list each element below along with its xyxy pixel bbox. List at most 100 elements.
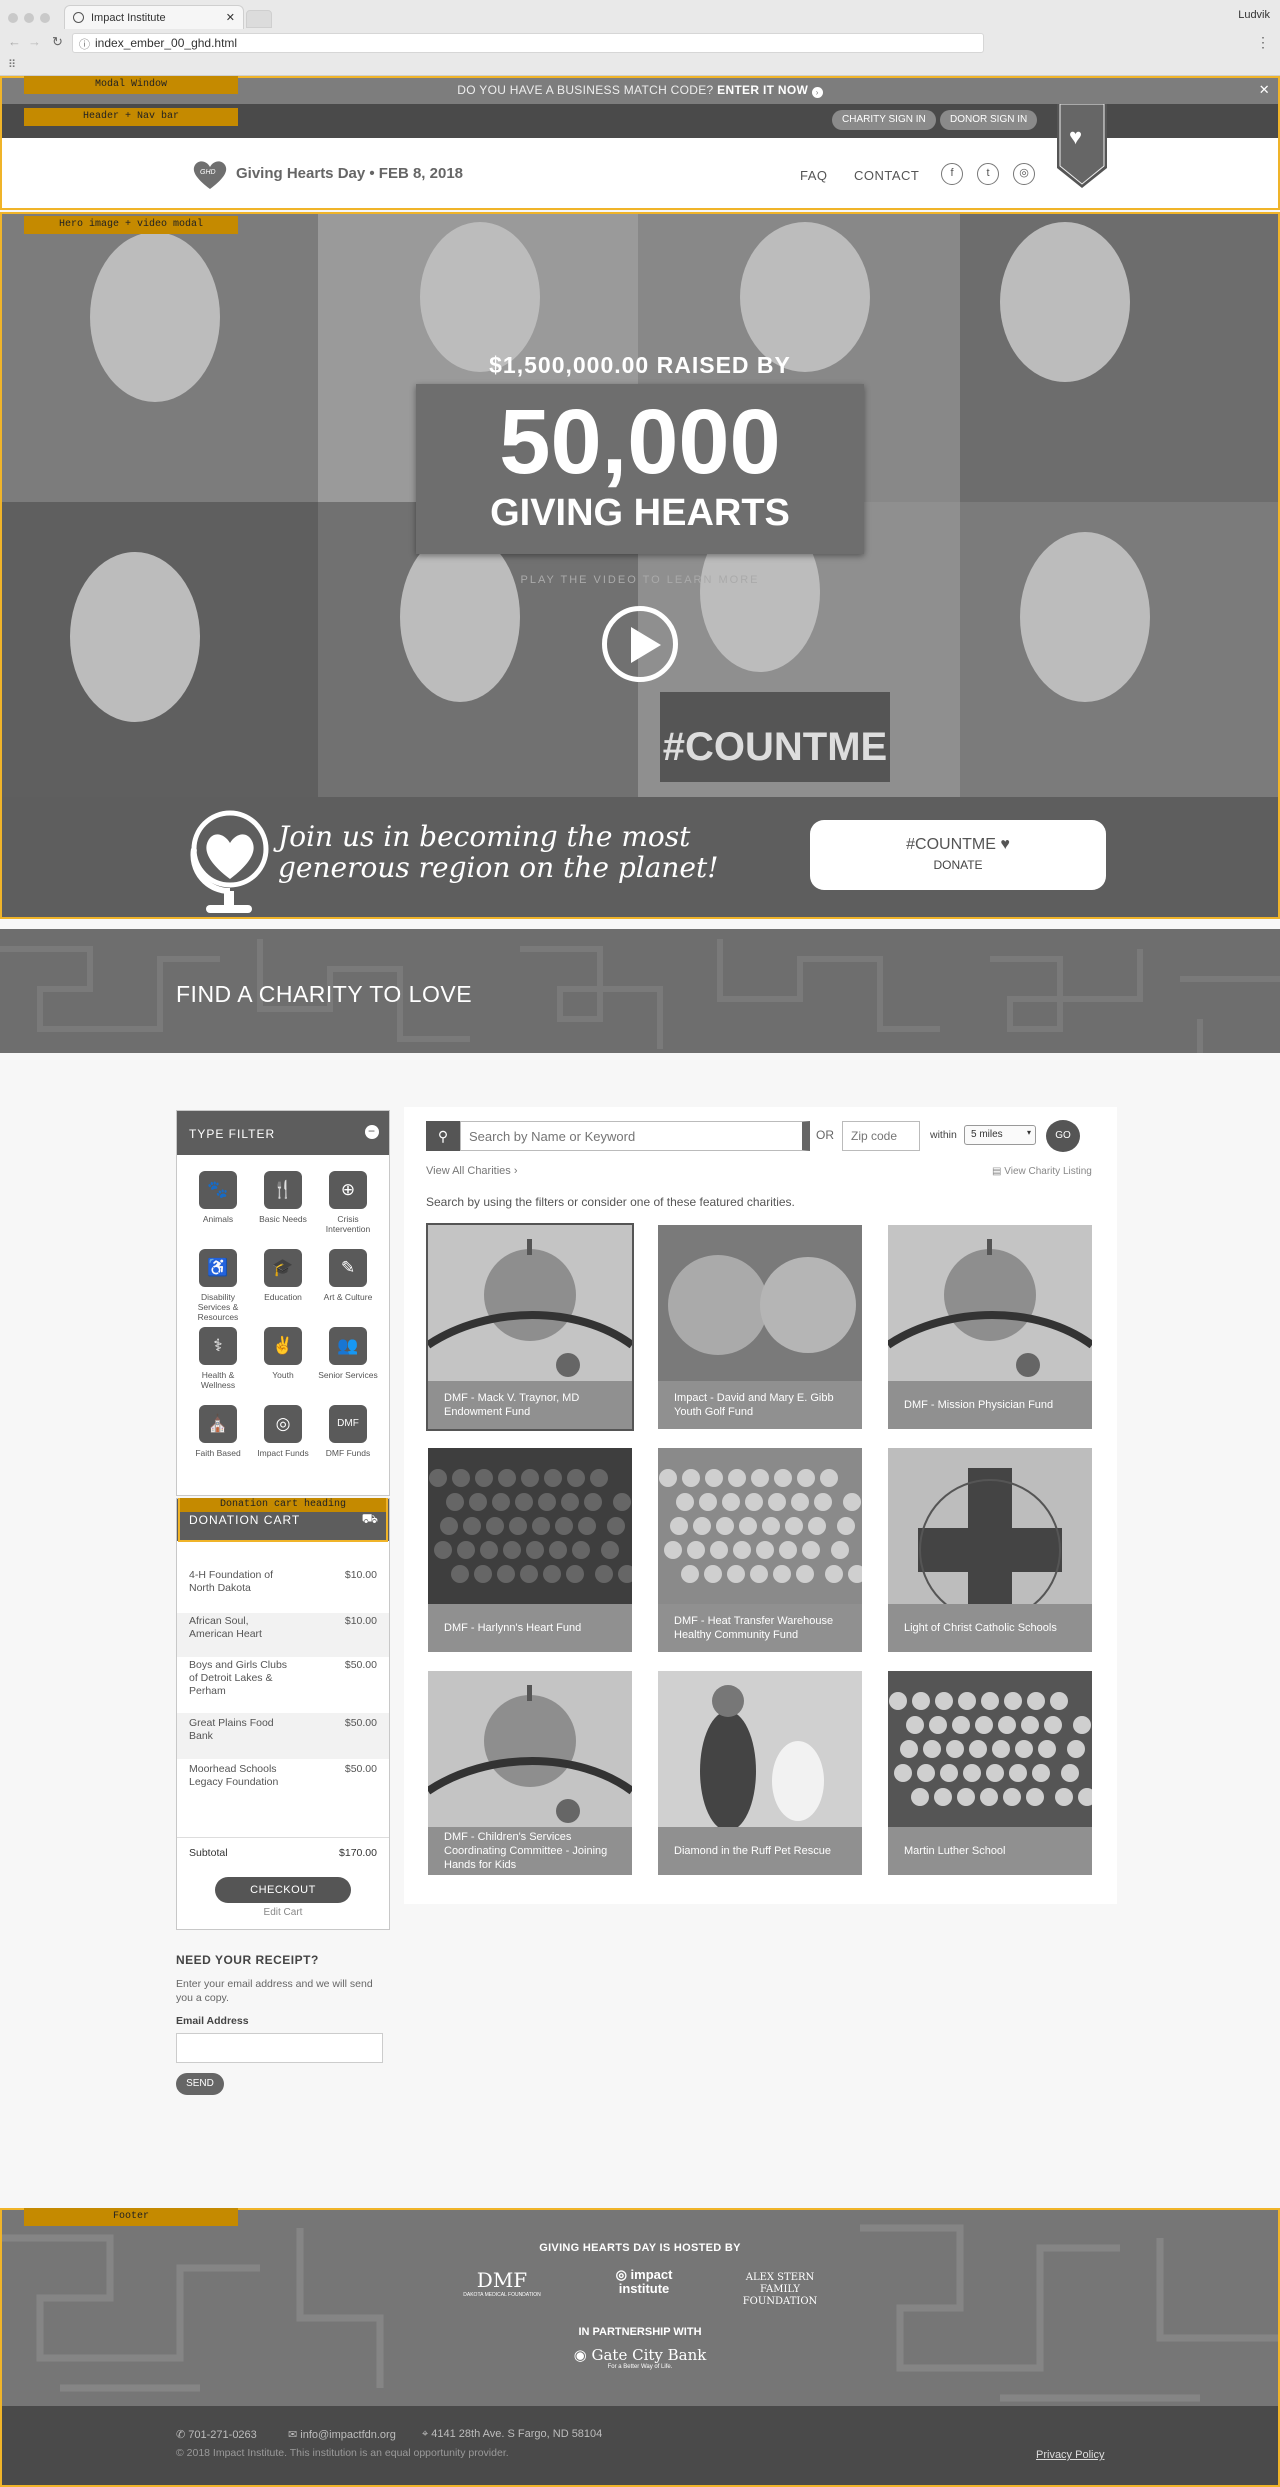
person-face	[420, 222, 540, 372]
cart-item-amount: $50.00	[344, 1717, 377, 1729]
filter-health[interactable]: ⚕ Health & Wellness	[187, 1327, 249, 1390]
filter-crisis-intervention[interactable]: ⊕ Crisis Intervention	[317, 1171, 379, 1234]
dmf-logo-text: DAKOTA MEDICAL FOUNDATION	[463, 2292, 541, 2298]
send-button[interactable]: SEND	[176, 2073, 224, 2095]
charity-card[interactable]: DMF - Heat Transfer Warehouse Healthy Co…	[658, 1448, 862, 1652]
radius-select[interactable]: 5 miles ▾	[964, 1125, 1036, 1145]
or-label: OR	[816, 1128, 834, 1142]
menu-icon[interactable]: ⋮	[1256, 34, 1270, 51]
cart-item: Great Plains Food Bank $50.00	[177, 1713, 389, 1759]
filter-label: Art & Culture	[323, 1292, 373, 1302]
edit-cart-link[interactable]: Edit Cart	[177, 1907, 389, 1918]
filter-dmf-funds[interactable]: DMF DMF Funds	[317, 1405, 379, 1458]
filter-label: Impact Funds	[257, 1448, 309, 1458]
apps-icon[interactable]: ⠿	[8, 58, 16, 71]
filter-impact-funds[interactable]: ◎ Impact Funds	[252, 1405, 314, 1458]
filter-faith-based[interactable]: ⛪ Faith Based	[187, 1405, 249, 1458]
cart-item: Boys and Girls Clubs of Detroit Lakes & …	[177, 1657, 389, 1713]
charity-card[interactable]: Diamond in the Ruff Pet Rescue	[658, 1671, 862, 1875]
go-button[interactable]: GO	[1046, 1120, 1080, 1152]
instagram-icon[interactable]: ◎	[1013, 163, 1035, 185]
site-logo-text[interactable]: Giving Hearts Day • FEB 8, 2018	[236, 165, 463, 182]
filter-youth[interactable]: ✌ Youth	[252, 1327, 314, 1380]
search-icon[interactable]: ⚲	[426, 1121, 460, 1151]
forward-icon[interactable]: →	[28, 34, 41, 49]
email-input[interactable]	[176, 2033, 383, 2063]
charity-name: DMF - Children's Services Coordinating C…	[428, 1827, 632, 1875]
filter-label: Education	[264, 1292, 302, 1302]
charity-card[interactable]: Martin Luther School	[888, 1671, 1092, 1875]
new-tab-button[interactable]	[246, 10, 272, 28]
close-icon[interactable]: ✕	[1259, 76, 1270, 104]
enter-it-now-link[interactable]: ENTER IT NOW	[717, 83, 808, 97]
gate-city-bank-logo[interactable]: ◉ Gate City Bank For a Better Way of Lif…	[570, 2346, 710, 2370]
nav-faq[interactable]: FAQ	[800, 168, 828, 183]
filter-label: Youth	[272, 1370, 294, 1380]
filter-senior-services[interactable]: 👥 Senior Services	[317, 1327, 379, 1380]
view-charity-listing-link[interactable]: ▤ View Charity Listing	[992, 1166, 1092, 1177]
find-charity-title: FIND A CHARITY TO LOVE	[176, 981, 473, 1007]
reload-icon[interactable]: ↻	[52, 34, 63, 50]
filter-disability[interactable]: ♿ Disability Services & Resources	[187, 1249, 249, 1322]
browser-tab[interactable]: Impact Institute ✕	[64, 5, 244, 29]
charity-card[interactable]: DMF - Mission Physician Fund	[888, 1225, 1092, 1429]
charity-sign-in-button[interactable]: CHARITY SIGN IN	[832, 110, 936, 130]
globe-heart-icon	[184, 799, 272, 917]
charity-card[interactable]: DMF - Harlynn's Heart Fund	[428, 1448, 632, 1652]
search-input[interactable]	[460, 1121, 810, 1151]
charity-card[interactable]: Impact - David and Mary E. Gibb Youth Go…	[658, 1225, 862, 1429]
alex-stern-logo[interactable]: ALEX STERN FAMILY FOUNDATION	[738, 2272, 822, 2308]
filter-education[interactable]: 🎓 Education	[252, 1249, 314, 1302]
dmf-logo[interactable]: DMF DAKOTA MEDICAL FOUNDATION	[462, 2268, 542, 2298]
donate-label: DONATE	[933, 858, 983, 872]
footer: GIVING HEARTS DAY IS HOSTED BY DMF DAKOTA…	[0, 2208, 1280, 2406]
donor-sign-in-button[interactable]: DONOR SIGN IN	[940, 110, 1038, 130]
back-icon[interactable]: ←	[8, 34, 21, 49]
donation-cart-title: DONATION CART	[189, 1513, 301, 1527]
filter-animals[interactable]: 🐾 Animals	[187, 1171, 249, 1224]
play-button[interactable]	[602, 606, 678, 682]
collapse-icon[interactable]: −	[365, 1125, 379, 1139]
impact-institute-logo[interactable]: ◎ impact institute	[604, 2268, 684, 2296]
profile-name[interactable]: Ludvik	[1238, 9, 1270, 21]
footer-contact-bar: ✆ 701-271-0263 ✉ info@impactfdn.org ⌖ 41…	[0, 2406, 1280, 2487]
annotation-label: Modal Window	[24, 76, 238, 94]
cart-item-amount: $50.00	[344, 1763, 377, 1775]
charity-card[interactable]: DMF - Mack V. Traynor, MD Endowment Fund	[426, 1223, 634, 1431]
twitter-icon[interactable]: t	[977, 163, 999, 185]
charity-name: DMF - Mack V. Traynor, MD Endowment Fund	[428, 1381, 632, 1429]
cart-item: Moorhead Schools Legacy Foundation $50.00	[177, 1759, 389, 1817]
filter-label: Health & Wellness	[200, 1370, 236, 1390]
nav-contact[interactable]: CONTACT	[854, 168, 919, 183]
cart-item-name: 4-H Foundation of North Dakota	[189, 1569, 274, 1594]
countme-donate-button[interactable]: #COUNTME ♥ DONATE	[810, 820, 1106, 890]
charity-card[interactable]: Light of Christ Catholic Schools	[888, 1448, 1092, 1652]
filter-basic-needs[interactable]: 🍴 Basic Needs	[252, 1171, 314, 1224]
type-filter-header[interactable]: TYPE FILTER −	[177, 1111, 389, 1155]
chevron-down-icon: ▾	[1026, 1128, 1031, 1137]
donate-ribbon[interactable]: ♥	[1057, 103, 1107, 188]
partnership-title: IN PARTNERSHIP WITH	[578, 2326, 702, 2338]
zip-input[interactable]	[842, 1121, 920, 1151]
facebook-icon[interactable]: f	[941, 163, 963, 185]
charity-card[interactable]: DMF - Children's Services Coordinating C…	[428, 1671, 632, 1875]
address-bar[interactable]: ⓘ index_ember_00_ghd.html	[72, 33, 984, 53]
window-controls[interactable]	[8, 10, 56, 28]
view-all-charities-link[interactable]: View All Charities ›	[426, 1165, 518, 1177]
privacy-policy-link[interactable]: Privacy Policy	[1036, 2449, 1104, 2461]
bank-tagline: For a Better Way of Life.	[607, 2364, 673, 2370]
charity-name: Impact - David and Mary E. Gibb Youth Go…	[658, 1381, 862, 1429]
close-tab-icon[interactable]: ✕	[226, 11, 235, 24]
cart-icon[interactable]: ⛟	[362, 1511, 379, 1529]
checkout-button[interactable]: CHECKOUT	[215, 1877, 351, 1903]
url-text: index_ember_00_ghd.html	[95, 36, 238, 50]
filter-art-culture[interactable]: ✎ Art & Culture	[317, 1249, 379, 1302]
bank-name: Gate City Bank	[591, 2346, 707, 2364]
hosted-by-title: GIVING HEARTS DAY IS HOSTED BY	[539, 2242, 741, 2254]
email-link[interactable]: info@impactfdn.org	[300, 2429, 396, 2441]
arrow-circle-icon: ›	[811, 87, 823, 98]
list-icon: ▤	[992, 1166, 1005, 1177]
heart-hand-icon: ♥	[1069, 124, 1083, 149]
phone-number[interactable]: 701-271-0263	[188, 2429, 257, 2441]
heart-logo-icon[interactable]: GHD	[192, 160, 228, 190]
